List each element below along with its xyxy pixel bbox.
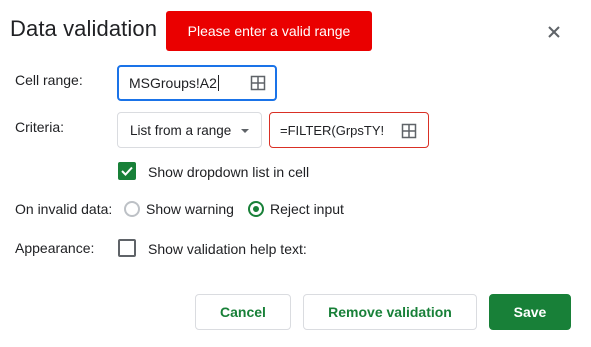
dropdown-arrow-icon xyxy=(241,129,249,133)
data-validation-dialog: Data validation Please enter a valid ran… xyxy=(0,0,591,347)
criteria-range-value: =FILTER(GrpsTY! xyxy=(280,123,385,138)
close-button[interactable] xyxy=(540,18,568,46)
checkmark-icon xyxy=(121,166,133,176)
cancel-button[interactable]: Cancel xyxy=(195,294,291,330)
error-toast: Please enter a valid range xyxy=(166,11,372,51)
criteria-label: Criteria: xyxy=(15,119,65,135)
select-range-grid-icon[interactable] xyxy=(250,75,266,91)
show-warning-radio[interactable] xyxy=(124,201,140,217)
criteria-range-input[interactable]: =FILTER(GrpsTY! xyxy=(269,112,429,148)
invalid-data-label: On invalid data: xyxy=(15,201,113,217)
close-icon xyxy=(548,26,560,38)
cell-range-label: Cell range: xyxy=(15,72,83,88)
dialog-title: Data validation xyxy=(10,16,158,41)
reject-input-radio[interactable] xyxy=(248,201,264,217)
cell-range-value: MSGroups!A2 xyxy=(129,75,219,91)
text-caret xyxy=(217,75,219,91)
show-help-text-checkbox[interactable] xyxy=(118,239,136,257)
show-help-text-label: Show validation help text: xyxy=(148,241,307,257)
reject-input-label: Reject input xyxy=(270,201,344,217)
show-warning-label: Show warning xyxy=(146,201,234,217)
cell-range-input[interactable]: MSGroups!A2 xyxy=(117,65,277,101)
criteria-type-value: List from a range xyxy=(130,123,232,138)
select-range-grid-icon[interactable] xyxy=(401,123,417,139)
show-dropdown-checkbox[interactable] xyxy=(118,162,136,180)
remove-validation-button[interactable]: Remove validation xyxy=(303,294,477,330)
appearance-label: Appearance: xyxy=(15,240,95,256)
save-button[interactable]: Save xyxy=(489,294,571,330)
criteria-type-dropdown[interactable]: List from a range xyxy=(117,112,262,148)
show-dropdown-label: Show dropdown list in cell xyxy=(148,164,310,180)
